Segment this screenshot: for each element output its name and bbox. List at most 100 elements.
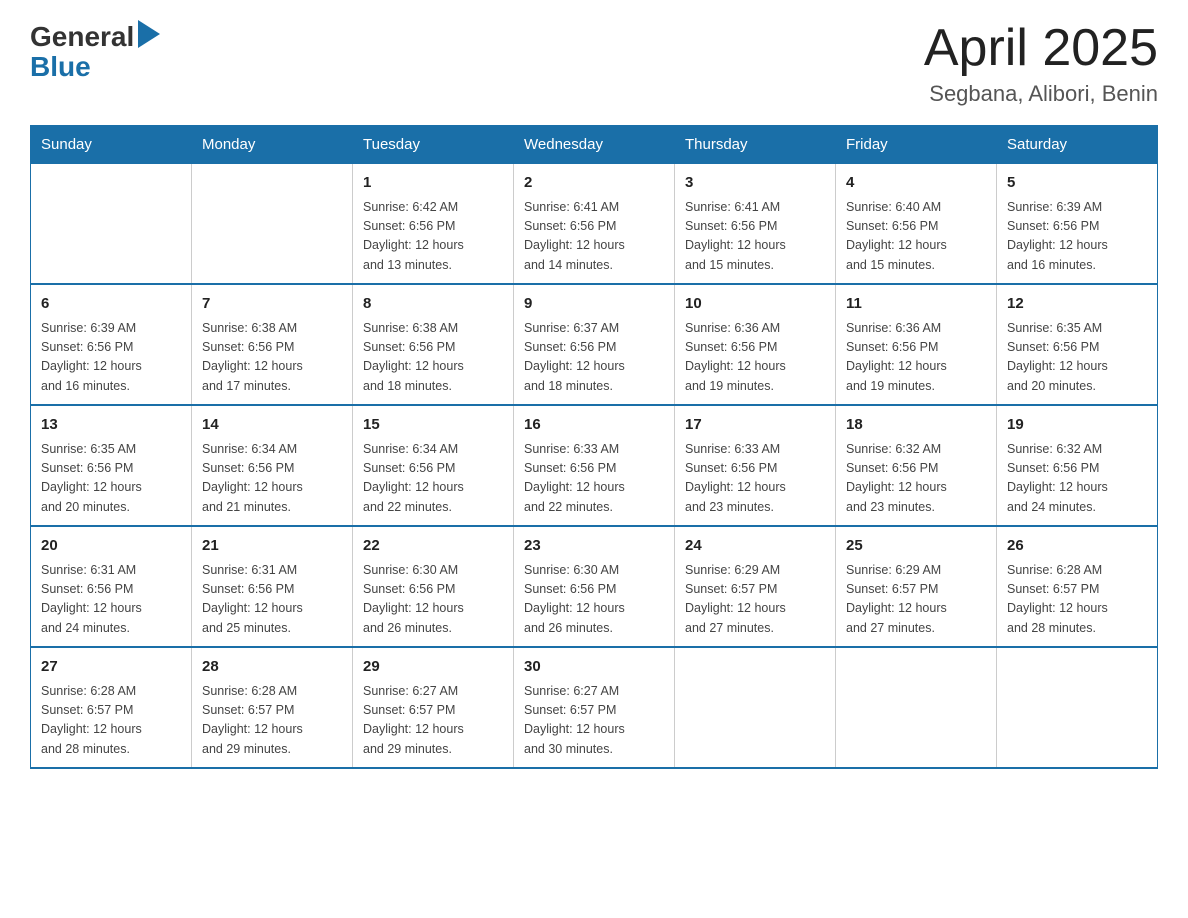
empty-cell (192, 164, 353, 285)
day-number: 19 (1007, 414, 1147, 437)
day-number: 29 (363, 656, 503, 679)
day-cell-20: 20 Sunrise: 6:31 AM Sunset: 6:56 PM Dayli… (31, 526, 192, 647)
day-cell-6: 6 Sunrise: 6:39 AM Sunset: 6:56 PM Daylig… (31, 284, 192, 405)
day-number: 2 (524, 172, 664, 195)
day-cell-29: 29 Sunrise: 6:27 AM Sunset: 6:57 PM Dayli… (353, 647, 514, 768)
calendar-table: SundayMondayTuesdayWednesdayThursdayFrid… (30, 125, 1158, 769)
week-row-2: 6 Sunrise: 6:39 AM Sunset: 6:56 PM Daylig… (31, 284, 1158, 405)
day-info: Sunrise: 6:33 AM Sunset: 6:56 PM Dayligh… (524, 440, 664, 518)
weekday-header-thursday: Thursday (675, 126, 836, 164)
day-number: 30 (524, 656, 664, 679)
day-cell-17: 17 Sunrise: 6:33 AM Sunset: 6:56 PM Dayli… (675, 405, 836, 526)
day-number: 1 (363, 172, 503, 195)
day-info: Sunrise: 6:35 AM Sunset: 6:56 PM Dayligh… (1007, 319, 1147, 397)
day-number: 16 (524, 414, 664, 437)
day-info: Sunrise: 6:36 AM Sunset: 6:56 PM Dayligh… (685, 319, 825, 397)
weekday-header-wednesday: Wednesday (514, 126, 675, 164)
empty-cell (997, 647, 1158, 768)
day-info: Sunrise: 6:35 AM Sunset: 6:56 PM Dayligh… (41, 440, 181, 518)
day-info: Sunrise: 6:31 AM Sunset: 6:56 PM Dayligh… (202, 561, 342, 639)
empty-cell (836, 647, 997, 768)
day-number: 5 (1007, 172, 1147, 195)
day-cell-2: 2 Sunrise: 6:41 AM Sunset: 6:56 PM Daylig… (514, 164, 675, 285)
day-number: 10 (685, 293, 825, 316)
day-number: 20 (41, 535, 181, 558)
day-cell-15: 15Sunrise: 6:34 AM Sunset: 6:56 PM Dayli… (353, 405, 514, 526)
day-cell-4: 4 Sunrise: 6:40 AM Sunset: 6:56 PM Daylig… (836, 164, 997, 285)
page-header: General Blue April 2025 Segbana, Alibori… (30, 20, 1158, 107)
day-number: 27 (41, 656, 181, 679)
weekday-header-tuesday: Tuesday (353, 126, 514, 164)
day-cell-1: 1 Sunrise: 6:42 AM Sunset: 6:56 PM Daylig… (353, 164, 514, 285)
week-row-4: 20 Sunrise: 6:31 AM Sunset: 6:56 PM Dayli… (31, 526, 1158, 647)
day-info: Sunrise: 6:42 AM Sunset: 6:56 PM Dayligh… (363, 198, 503, 276)
day-cell-18: 18 Sunrise: 6:32 AM Sunset: 6:56 PM Dayli… (836, 405, 997, 526)
day-info: Sunrise: 6:34 AM Sunset: 6:56 PM Dayligh… (202, 440, 342, 518)
day-cell-19: 19Sunrise: 6:32 AM Sunset: 6:56 PM Dayli… (997, 405, 1158, 526)
day-number: 17 (685, 414, 825, 437)
day-cell-11: 11 Sunrise: 6:36 AM Sunset: 6:56 PM Dayli… (836, 284, 997, 405)
day-cell-30: 30 Sunrise: 6:27 AM Sunset: 6:57 PM Dayli… (514, 647, 675, 768)
day-number: 18 (846, 414, 986, 437)
weekday-header-monday: Monday (192, 126, 353, 164)
day-info: Sunrise: 6:28 AM Sunset: 6:57 PM Dayligh… (41, 682, 181, 760)
title-block: April 2025 Segbana, Alibori, Benin (924, 20, 1158, 107)
day-info: Sunrise: 6:29 AM Sunset: 6:57 PM Dayligh… (685, 561, 825, 639)
weekday-header-friday: Friday (836, 126, 997, 164)
day-info: Sunrise: 6:33 AM Sunset: 6:56 PM Dayligh… (685, 440, 825, 518)
day-number: 22 (363, 535, 503, 558)
weekday-header-saturday: Saturday (997, 126, 1158, 164)
day-info: Sunrise: 6:30 AM Sunset: 6:56 PM Dayligh… (363, 561, 503, 639)
day-cell-25: 25 Sunrise: 6:29 AM Sunset: 6:57 PM Dayli… (836, 526, 997, 647)
day-info: Sunrise: 6:28 AM Sunset: 6:57 PM Dayligh… (202, 682, 342, 760)
day-info: Sunrise: 6:37 AM Sunset: 6:56 PM Dayligh… (524, 319, 664, 397)
day-info: Sunrise: 6:39 AM Sunset: 6:56 PM Dayligh… (1007, 198, 1147, 276)
logo: General Blue (30, 20, 160, 81)
day-info: Sunrise: 6:41 AM Sunset: 6:56 PM Dayligh… (685, 198, 825, 276)
logo-blue-text: Blue (30, 53, 91, 81)
day-number: 8 (363, 293, 503, 316)
day-info: Sunrise: 6:41 AM Sunset: 6:56 PM Dayligh… (524, 198, 664, 276)
day-number: 15 (363, 414, 503, 437)
day-cell-5: 5 Sunrise: 6:39 AM Sunset: 6:56 PM Daylig… (997, 164, 1158, 285)
empty-cell (675, 647, 836, 768)
week-row-5: 27 Sunrise: 6:28 AM Sunset: 6:57 PM Dayli… (31, 647, 1158, 768)
day-info: Sunrise: 6:29 AM Sunset: 6:57 PM Dayligh… (846, 561, 986, 639)
day-info: Sunrise: 6:38 AM Sunset: 6:56 PM Dayligh… (363, 319, 503, 397)
day-cell-22: 22 Sunrise: 6:30 AM Sunset: 6:56 PM Dayli… (353, 526, 514, 647)
empty-cell (31, 164, 192, 285)
logo-general-text: General (30, 23, 134, 51)
day-info: Sunrise: 6:40 AM Sunset: 6:56 PM Dayligh… (846, 198, 986, 276)
day-cell-7: 7Sunrise: 6:38 AM Sunset: 6:56 PM Daylig… (192, 284, 353, 405)
day-cell-23: 23Sunrise: 6:30 AM Sunset: 6:56 PM Dayli… (514, 526, 675, 647)
week-row-3: 13 Sunrise: 6:35 AM Sunset: 6:56 PM Dayli… (31, 405, 1158, 526)
day-cell-3: 3 Sunrise: 6:41 AM Sunset: 6:56 PM Daylig… (675, 164, 836, 285)
calendar-subtitle: Segbana, Alibori, Benin (924, 81, 1158, 107)
day-number: 21 (202, 535, 342, 558)
day-info: Sunrise: 6:27 AM Sunset: 6:57 PM Dayligh… (524, 682, 664, 760)
day-number: 24 (685, 535, 825, 558)
day-cell-14: 14 Sunrise: 6:34 AM Sunset: 6:56 PM Dayli… (192, 405, 353, 526)
day-number: 7 (202, 293, 342, 316)
day-info: Sunrise: 6:31 AM Sunset: 6:56 PM Dayligh… (41, 561, 181, 639)
day-cell-21: 21 Sunrise: 6:31 AM Sunset: 6:56 PM Dayli… (192, 526, 353, 647)
day-number: 12 (1007, 293, 1147, 316)
weekday-header-row: SundayMondayTuesdayWednesdayThursdayFrid… (31, 126, 1158, 164)
day-number: 26 (1007, 535, 1147, 558)
day-info: Sunrise: 6:30 AM Sunset: 6:56 PM Dayligh… (524, 561, 664, 639)
day-number: 3 (685, 172, 825, 195)
weekday-header-sunday: Sunday (31, 126, 192, 164)
day-number: 25 (846, 535, 986, 558)
day-number: 6 (41, 293, 181, 316)
day-number: 13 (41, 414, 181, 437)
day-number: 4 (846, 172, 986, 195)
day-info: Sunrise: 6:27 AM Sunset: 6:57 PM Dayligh… (363, 682, 503, 760)
day-info: Sunrise: 6:32 AM Sunset: 6:56 PM Dayligh… (846, 440, 986, 518)
day-number: 14 (202, 414, 342, 437)
day-cell-12: 12 Sunrise: 6:35 AM Sunset: 6:56 PM Dayli… (997, 284, 1158, 405)
day-info: Sunrise: 6:39 AM Sunset: 6:56 PM Dayligh… (41, 319, 181, 397)
day-info: Sunrise: 6:28 AM Sunset: 6:57 PM Dayligh… (1007, 561, 1147, 639)
day-number: 11 (846, 293, 986, 316)
logo-arrow-icon (138, 20, 160, 48)
day-info: Sunrise: 6:36 AM Sunset: 6:56 PM Dayligh… (846, 319, 986, 397)
